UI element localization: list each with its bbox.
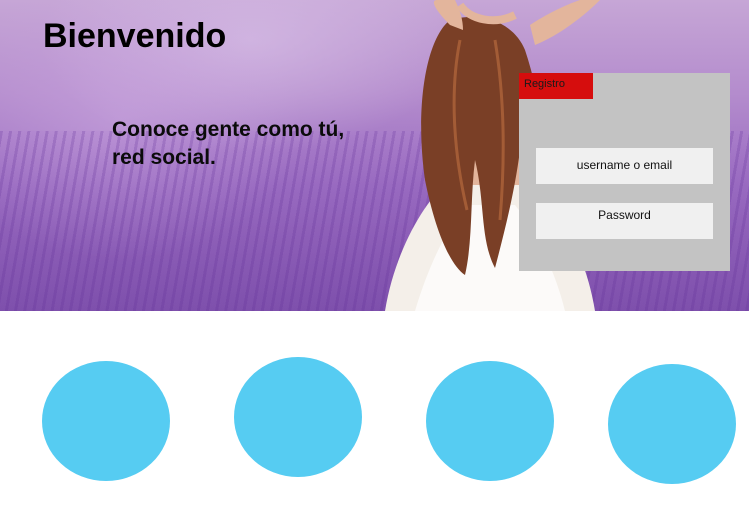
tagline: Conoce gente como tú, red social.	[112, 116, 382, 172]
username-field[interactable]: username o email	[536, 148, 713, 184]
feature-circle-1	[42, 361, 170, 481]
hero-banner: Bienvenido Conoce gente como tú, red soc…	[0, 0, 749, 311]
feature-circle-3	[426, 361, 554, 481]
tagline-line-1: Conoce gente como tú,	[112, 118, 345, 141]
password-field[interactable]: Password	[536, 203, 713, 239]
register-tab[interactable]: Registro	[519, 73, 593, 99]
landing-page: Bienvenido Conoce gente como tú, red soc…	[0, 0, 749, 521]
login-panel: Registro username o email Password	[519, 73, 730, 271]
page-title: Bienvenido	[43, 17, 227, 55]
tagline-line-2: red social.	[112, 146, 216, 169]
feature-circle-4	[608, 364, 736, 484]
feature-circle-2	[234, 357, 362, 477]
